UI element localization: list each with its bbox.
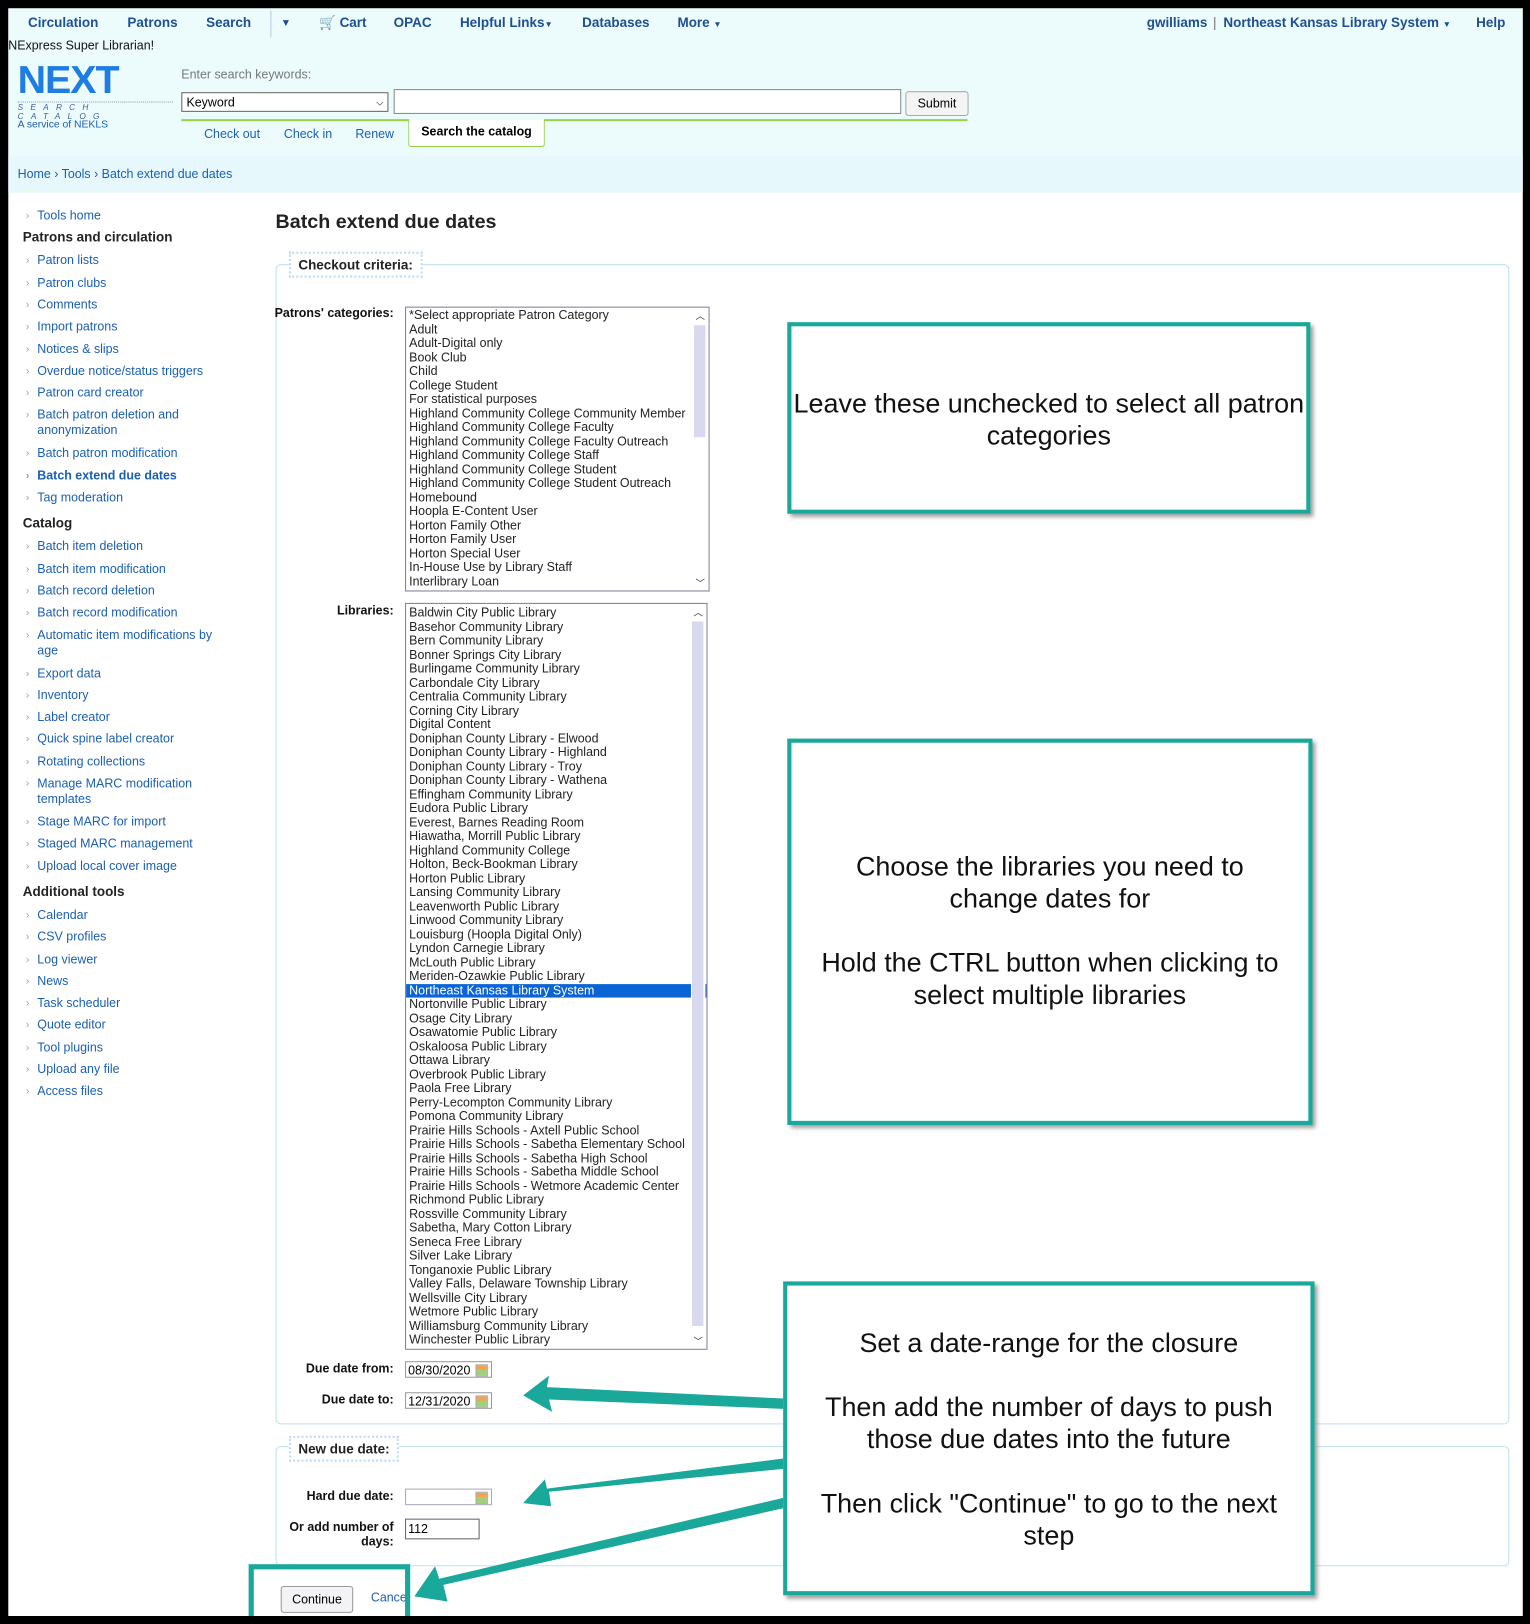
arrow-to-hard-due-date (523, 1458, 784, 1507)
arrow-to-continue (414, 1497, 784, 1602)
arrow-to-due-dates (523, 1375, 784, 1412)
koha-page: Circulation Patrons Search ▼ 🛒 Cart OPAC… (8, 8, 1523, 1617)
arrows-overlay (414, 1375, 784, 1602)
